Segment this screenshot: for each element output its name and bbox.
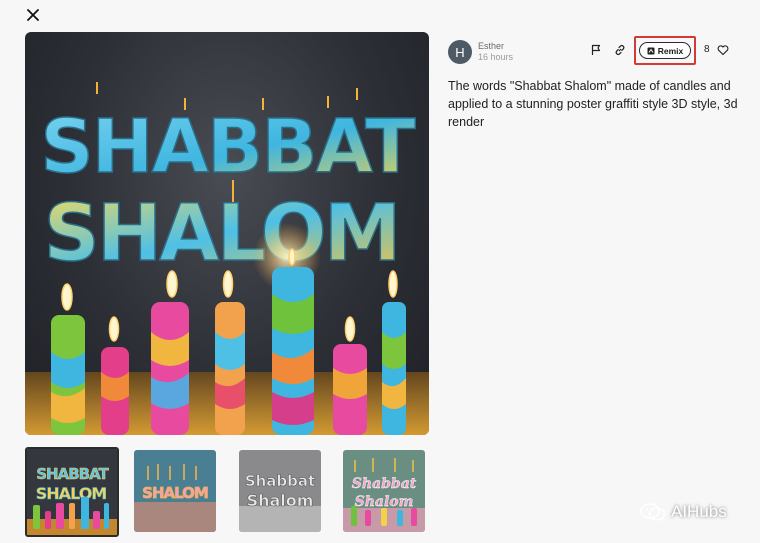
author-info[interactable]: H Esther 16 hours [448,40,513,64]
watermark-text: AIHubs [671,502,727,521]
remix-button[interactable]: Remix [639,42,691,59]
flag-icon[interactable] [590,44,602,56]
thumbnail-4[interactable]: Shabbat Shalom [343,450,425,532]
link-icon[interactable] [614,44,626,56]
remix-icon [647,47,655,54]
thumbnail-3-label-bottom: Shalom [247,491,314,510]
author-name[interactable]: Esther [478,41,513,52]
wechat-icon [640,503,666,521]
thumbnail-4-label-top: Shabbat [352,476,417,492]
thumbnail-1[interactable]: SHABBAT SHALOM [25,447,119,537]
artwork-illustration: SHABBAT SHALOM [25,82,429,435]
prompt-description: The words "Shabbat Shalom" made of candl… [448,79,738,129]
close-icon [27,9,39,21]
thumbnail-3-label-top: Shabbat [245,472,315,490]
watermark: AIHubs [640,502,727,522]
main-artwork: SHABBAT SHALOM [25,32,429,435]
like-count: 8 [704,44,710,55]
post-time: 16 hours [478,52,514,62]
thumbnail-strip: SHABBAT SHALOM SHALOM Shabbat Shalom Sha… [25,447,425,537]
thumbnail-2-label-bottom: SHALOM [142,484,208,502]
remix-label: Remix [657,45,684,56]
author-meta: Esther 16 hours [478,41,513,63]
thumbnail-4-label-bottom: Shalom [355,494,414,510]
artwork-headline-line1: SHABBAT [40,104,416,190]
heart-icon[interactable] [717,44,729,56]
thumbnail-2[interactable]: SHALOM [134,450,216,532]
artwork-headline-line2: SHALOM [44,189,399,279]
thumbnail-3[interactable]: Shabbat Shalom [239,450,321,532]
avatar[interactable]: H [448,40,472,64]
close-button[interactable] [24,6,42,24]
thumbnail-1-label-top: SHABBAT [36,465,109,483]
thumbnail-1-label-bottom: SHALOM [36,484,107,503]
